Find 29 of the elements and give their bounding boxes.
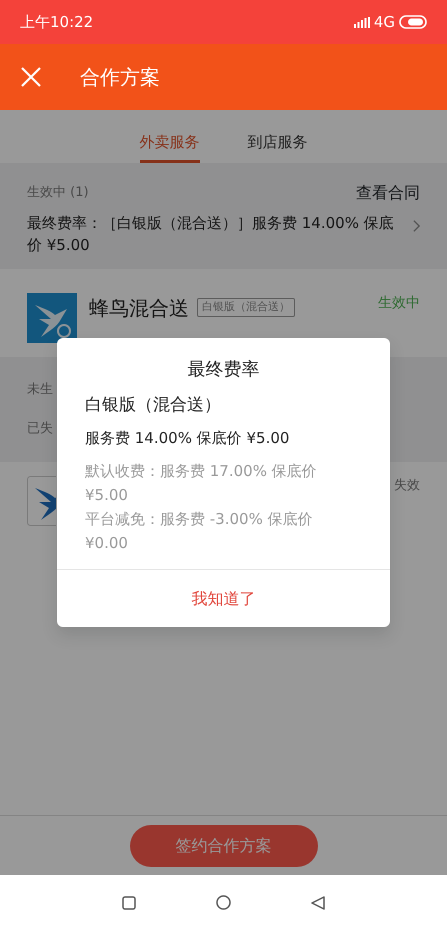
- tab[interactable]: 到店服务: [248, 110, 308, 163]
- fee-detail: 默认收费：服务费 17.00% 保底价 ¥5.00: [85, 461, 318, 506]
- status-label: 失效: [394, 476, 420, 494]
- bird-logo-icon: [27, 292, 77, 342]
- section-heading: 生效中 (1): [27, 184, 89, 202]
- status-label: 生效中: [378, 294, 420, 312]
- status-time: 上午10:22: [20, 12, 94, 33]
- chevron-right-icon[interactable]: [412, 219, 420, 233]
- home-icon[interactable]: [216, 895, 231, 910]
- tab[interactable]: 外卖服务: [140, 110, 200, 163]
- service-name: 蜂鸟混合送: [89, 294, 189, 322]
- contract-link[interactable]: 查看合同: [356, 181, 420, 205]
- fee-detail: 平台减免：服务费 -3.00% 保底价 ¥0.00: [85, 509, 314, 554]
- section-heading: 未生: [27, 381, 53, 399]
- final-rate-text: 最终费率：［白银版（混合送）］服务费 14.00% 保底价 ¥5.00: [27, 213, 395, 256]
- dialog-title: 最终费率: [186, 358, 260, 382]
- confirm-button[interactable]: 我知道了: [57, 569, 390, 627]
- page-title: 合作方案: [80, 64, 160, 91]
- fee-text: 服务费 14.00% 保底价 ¥5.00: [85, 428, 290, 448]
- section-heading: 已失: [27, 420, 53, 438]
- sign-button[interactable]: 签约合作方案: [130, 824, 318, 866]
- plan-tag: 白银版（混合送）: [197, 298, 295, 317]
- recent-apps-icon[interactable]: [122, 896, 136, 910]
- back-icon[interactable]: [311, 896, 325, 910]
- network-label: 4G: [374, 12, 395, 33]
- close-icon[interactable]: [20, 66, 42, 88]
- signal-icon: [354, 16, 370, 28]
- battery-icon: [399, 15, 427, 29]
- plan-name: 白银版（混合送）: [85, 394, 222, 417]
